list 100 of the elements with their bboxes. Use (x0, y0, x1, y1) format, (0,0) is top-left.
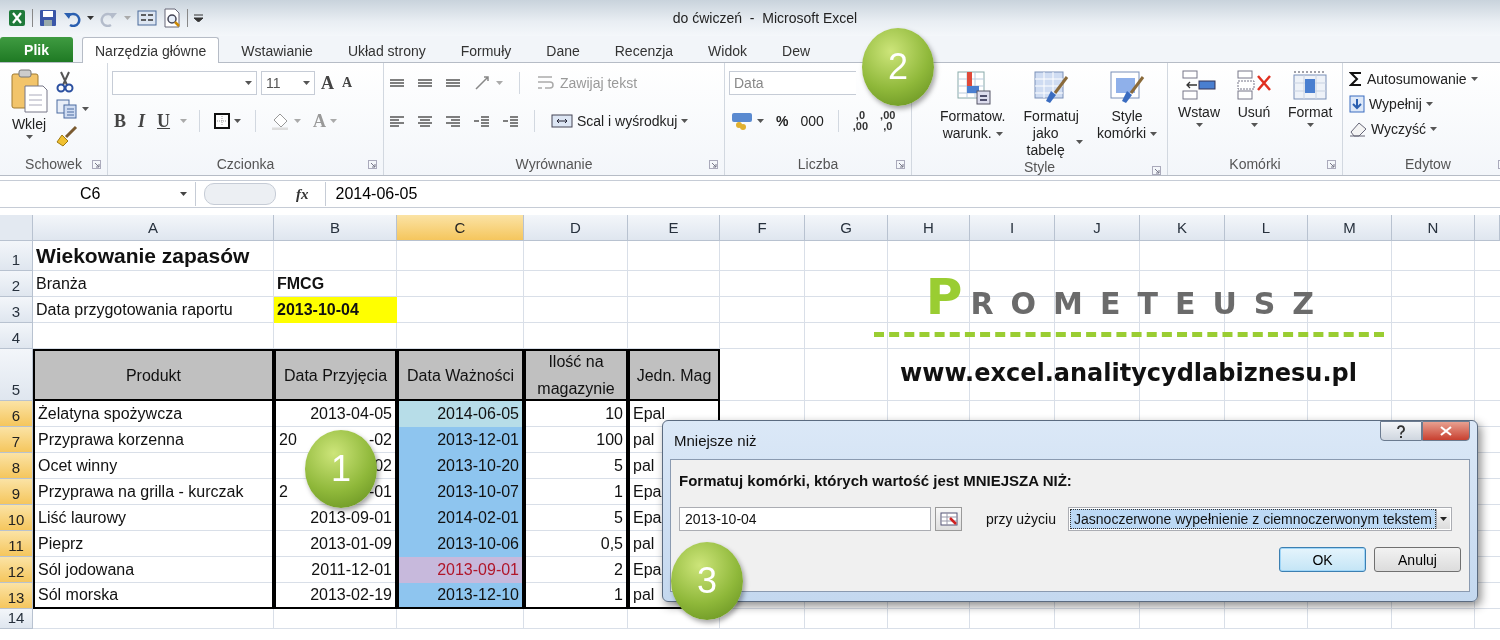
help-button[interactable] (1380, 421, 1422, 441)
row-header[interactable]: 14 (0, 609, 33, 629)
editing-button[interactable]: Wyczyść (1347, 119, 1480, 139)
align-right-icon (446, 115, 460, 127)
row-header[interactable]: 10 (0, 505, 33, 531)
styles-button[interactable]: Formatow. warunk. (934, 69, 1012, 142)
editing-button[interactable]: Wypełnij (1347, 93, 1480, 115)
excel-logo-icon[interactable] (8, 9, 26, 27)
grow-font-button[interactable]: A (319, 70, 336, 96)
number-format-field[interactable]: Data (729, 71, 856, 95)
ribbon-tab[interactable]: Wstawianie (228, 38, 326, 63)
paste-button[interactable]: Wklej (4, 69, 54, 153)
close-button[interactable] (1422, 421, 1470, 441)
ribbon-tab[interactable]: Widok (695, 38, 760, 63)
merge-center-button[interactable]: Scal i wyśrodkuj (549, 111, 691, 131)
align-left-button[interactable] (388, 113, 406, 129)
row-header[interactable]: 3 (0, 297, 33, 323)
row-header[interactable]: 13 (0, 583, 33, 609)
column-header[interactable]: N (1392, 215, 1475, 241)
caret-icon (1150, 131, 1157, 136)
column-header[interactable]: I (970, 215, 1055, 241)
row-header[interactable]: 2 (0, 271, 33, 297)
column-header[interactable]: C (397, 215, 524, 241)
column-header[interactable]: B (274, 215, 397, 241)
ribbon-tab[interactable]: Dane (533, 38, 593, 63)
row-header[interactable]: 7 (0, 427, 33, 453)
dialog-launcher-icon[interactable] (1327, 160, 1336, 169)
middle-align-button[interactable] (416, 77, 434, 89)
ribbon-tab[interactable]: Narzędzia główne (82, 37, 220, 63)
styles-button[interactable]: Formatuj jako tabelę (1013, 69, 1089, 159)
dialog-button[interactable]: Anuluj (1374, 547, 1461, 572)
ribbon-tab[interactable]: Formuły (447, 38, 525, 63)
cells-button[interactable]: Wstaw (1172, 69, 1226, 127)
paint-bucket-icon (270, 112, 291, 130)
formula-field[interactable]: 2014-06-05 (324, 182, 1500, 206)
dialog-launcher-icon[interactable] (709, 160, 718, 169)
print-preview-icon[interactable] (163, 8, 181, 28)
center-button[interactable] (416, 113, 434, 129)
fill-down-icon (1349, 95, 1365, 113)
dialog-launcher-icon[interactable] (896, 160, 905, 169)
column-header[interactable]: F (720, 215, 805, 241)
ribbon-tab[interactable]: Układ strony (334, 38, 439, 63)
copy-button[interactable] (54, 97, 91, 121)
column-header[interactable]: H (888, 215, 970, 241)
row-header[interactable]: 5 (0, 349, 33, 401)
customize-icon[interactable] (194, 14, 203, 22)
cells-button[interactable]: Usuń (1230, 69, 1278, 127)
font-size-field[interactable]: 11 (261, 71, 315, 95)
row-header[interactable]: 9 (0, 479, 33, 505)
increase-decimal-button[interactable]: ,0 ,00 (850, 108, 871, 134)
name-box[interactable]: C6 (0, 182, 196, 206)
column-header[interactable]: K (1140, 215, 1225, 241)
column-header[interactable]: M (1308, 215, 1392, 241)
save-icon[interactable] (39, 9, 57, 27)
insert-function-button[interactable]: fx (290, 184, 315, 204)
column-header[interactable]: G (805, 215, 888, 241)
form-icon[interactable] (137, 10, 157, 26)
italic-button[interactable]: I (136, 108, 148, 134)
format-dropdown[interactable]: Jasnoczerwone wypełnienie z ciemnoczerwonym tekstem (1068, 507, 1453, 531)
dialog-launcher-icon[interactable] (368, 160, 377, 169)
bold-button[interactable]: B (112, 108, 128, 134)
decrease-decimal-button[interactable]: ,00 ,0 (878, 108, 898, 134)
dialog-button[interactable]: OK (1279, 547, 1366, 572)
column-header[interactable]: E (628, 215, 720, 241)
styles-button[interactable]: Style komórki (1091, 69, 1163, 142)
value-field[interactable]: 2013-10-04 (679, 507, 931, 531)
ribbon-tab[interactable]: Recenzja (601, 38, 687, 63)
shrink-font-button[interactable]: A (340, 73, 355, 93)
bottom-align-button[interactable] (444, 77, 462, 89)
currency-button[interactable] (729, 110, 766, 132)
row-header[interactable]: 12 (0, 557, 33, 583)
row-header[interactable]: 11 (0, 531, 33, 557)
thousands-button[interactable]: 000 (798, 111, 826, 131)
brush-icon (56, 125, 78, 147)
font-name-field[interactable] (112, 71, 257, 95)
increase-indent-button[interactable] (501, 113, 520, 129)
column-header[interactable]: A (33, 215, 274, 241)
row-header[interactable]: 8 (0, 453, 33, 479)
row-header[interactable]: 6 (0, 401, 33, 427)
file-tab[interactable]: Plik (0, 37, 73, 62)
column-header[interactable]: D (524, 215, 628, 241)
dialog-launcher-icon[interactable] (92, 160, 101, 169)
borders-button[interactable] (212, 111, 244, 131)
range-picker-button[interactable] (935, 507, 962, 531)
top-align-button[interactable] (388, 77, 406, 89)
decrease-indent-button[interactable] (472, 113, 491, 129)
cells-button[interactable]: Format (1282, 69, 1339, 127)
align-right-button[interactable] (444, 113, 462, 129)
row-header[interactable]: 4 (0, 323, 33, 349)
table-cell: 1 (524, 479, 628, 505)
editing-button[interactable]: Autosumowanie (1347, 69, 1480, 89)
row-header[interactable]: 1 (0, 241, 33, 271)
caret-icon (303, 81, 310, 85)
underline-button[interactable]: U (155, 108, 173, 134)
orientation-icon (474, 75, 492, 91)
ribbon-tab[interactable]: Dew (769, 38, 812, 63)
percent-button[interactable]: % (774, 111, 791, 131)
column-header[interactable]: J (1055, 215, 1140, 241)
column-header[interactable]: L (1225, 215, 1308, 241)
dialog-launcher-icon[interactable] (1152, 166, 1161, 175)
